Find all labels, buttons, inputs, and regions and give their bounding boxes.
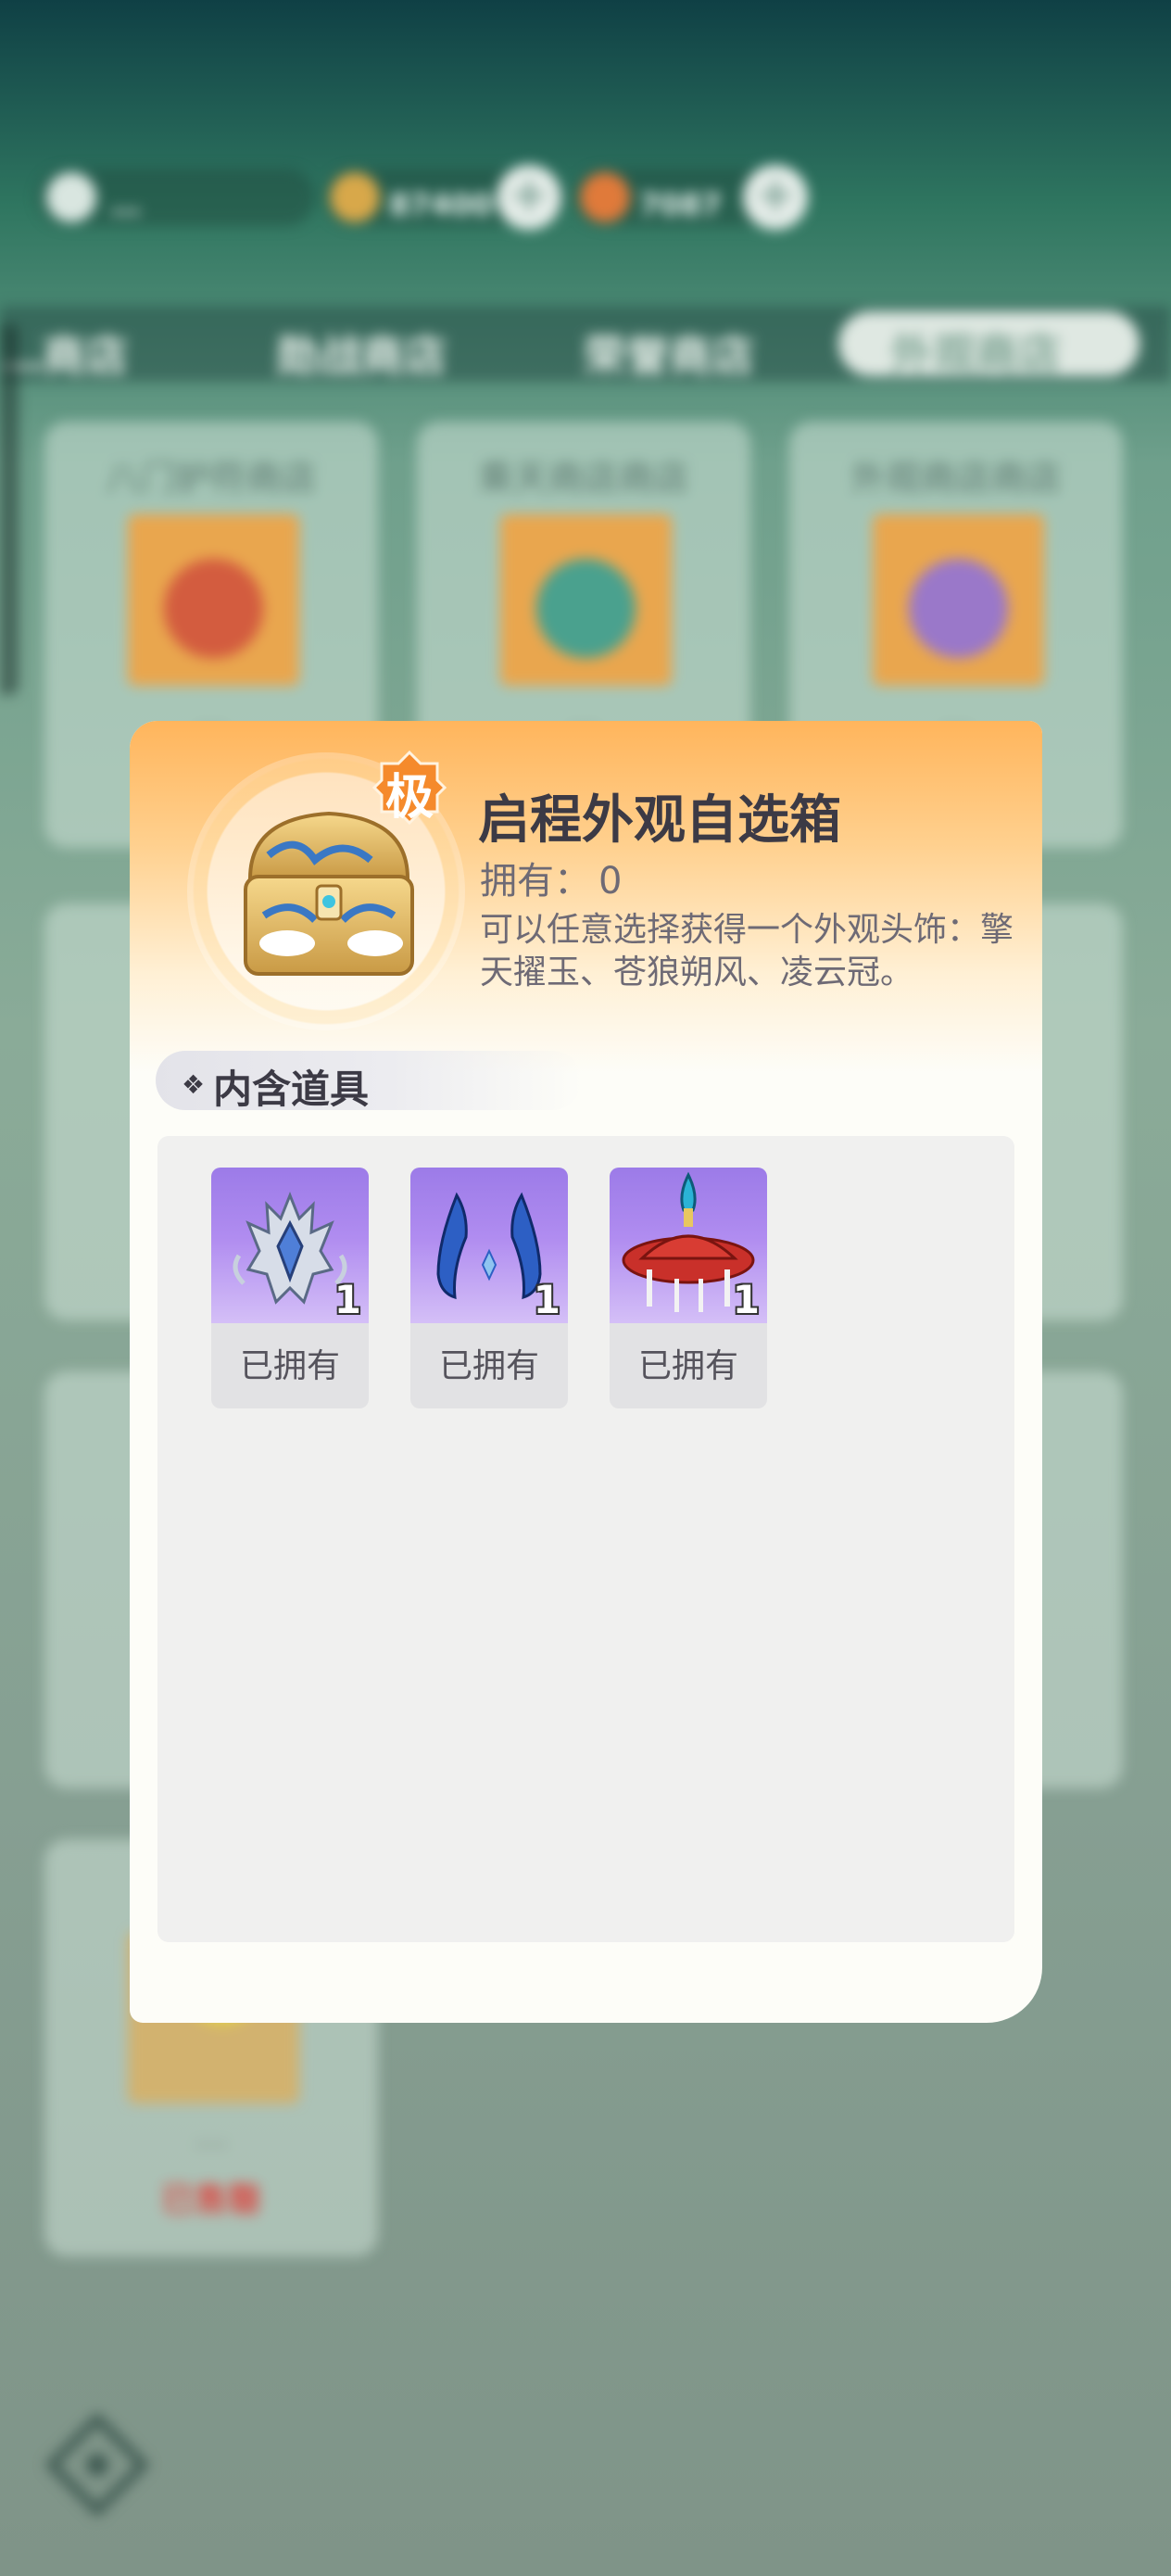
currency-bar: … 87400 + 7087 + [37,159,808,235]
owned-label: 拥有： [480,860,591,903]
item-title: 启程外观自选箱 [478,790,841,851]
item-owned-status: 已拥有 [637,1347,738,1385]
item-owned-status: 已拥有 [438,1347,539,1385]
add-gem-button[interactable]: + [743,165,808,230]
tab-shop-1[interactable]: …商店 [0,322,128,384]
menu-diamond-icon[interactable] [46,2414,148,2516]
owned-count: 拥有： 0 [480,851,622,904]
gold-coin-icon [330,172,380,222]
gem-value: 7087 [639,187,723,222]
item-detail-popup: 极 启程外观自选箱 拥有： 0 可以任意选择获得一个外观头饰：擎天擢玉、苍狼朔风、… [130,721,1042,2023]
gold-value: 87400 [389,187,493,222]
card-item-image [128,514,299,686]
stamina-value: … [111,187,141,222]
item-owned-status: 已拥有 [239,1347,340,1385]
stamina-icon [46,172,96,222]
contents-section-header: ❖ 内含道具 [156,1051,582,1112]
item-quantity: 1 [334,1277,361,1322]
tab-shop-2[interactable]: 勋战商店 [276,322,447,384]
item-description: 可以任意选择获得一个外观头饰：擎天擢玉、苍狼朔风、凌云冠。 [480,911,1014,991]
tab-shop-3[interactable]: 荣誉商店 [584,322,754,384]
diamond-bullet-icon: ❖ [182,1069,206,1100]
contained-items-panel: 1 已拥有 1 已拥有 1 已拥有 [157,1136,1014,1942]
contents-section-label: 内含道具 [213,1067,370,1112]
rarity-badge: 极 [372,751,447,826]
contained-item[interactable]: 1 已拥有 [410,1168,568,1408]
stamina-pill: … [37,169,315,226]
shop-tab-bar: …商店 勋战商店 荣誉商店 外观商店 [0,306,1171,382]
contained-item[interactable]: 1 已拥有 [211,1168,369,1408]
gem-icon [580,172,630,222]
owned-value: 0 [598,860,623,903]
contained-item[interactable]: 1 已拥有 [610,1168,767,1408]
side-handle[interactable] [0,324,19,695]
tab-appearance-shop[interactable]: 外观商店 [838,311,1140,379]
card-item-image [873,514,1044,686]
item-quantity: 1 [533,1277,560,1322]
item-quantity: 1 [732,1277,760,1322]
add-gold-button[interactable]: + [497,165,561,230]
card-item-image [500,514,672,686]
